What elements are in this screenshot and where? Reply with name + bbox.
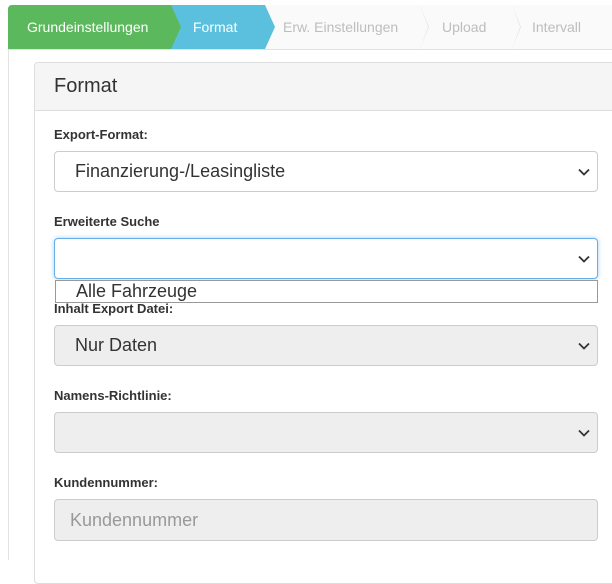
chevron-down-icon [578,168,590,176]
extended-search-option[interactable]: Alle Fahrzeuge [55,280,598,303]
step-label: Intervall [532,19,582,35]
step-label: Format [193,19,238,35]
step-label: Grundeinstellungen [27,19,149,35]
chevron-down-icon [578,429,590,437]
export-content-label: Inhalt Export Datei: [54,301,174,316]
step-intervall[interactable]: Intervall [512,5,612,49]
step-label: Erw. Einstellungen [283,19,399,35]
step-format[interactable]: Format [171,5,275,49]
step-grundeinstellungen[interactable]: Grundeinstellungen [8,5,181,49]
step-label: Upload [442,19,487,35]
wizard-steps: Grundeinstellungen Format Erw. Einstellu… [8,5,612,50]
customer-number-label: Kundennummer: [54,475,158,490]
export-format-select[interactable]: Finanzierung-/Leasingliste [54,151,598,192]
step-erw-einstellungen[interactable]: Erw. Einstellungen [270,5,429,49]
export-content-select[interactable]: Nur Daten [54,325,598,366]
naming-policy-select[interactable] [54,412,598,453]
export-format-value: Finanzierung-/Leasingliste [75,161,286,181]
chevron-down-icon [578,342,590,350]
step-upload[interactable]: Upload [420,5,521,49]
format-panel: Format Export-Format: Finanzierung-/Leas… [34,62,612,584]
chevron-down-icon [578,255,590,263]
export-format-label: Export-Format: [54,127,148,142]
panel-title: Format [35,63,612,111]
export-content-value: Nur Daten [75,335,158,355]
customer-number-input[interactable] [54,499,598,541]
extended-search-select[interactable] [54,238,598,279]
naming-policy-label: Namens-Richtlinie: [54,388,172,403]
extended-search-label: Erweiterte Suche [54,214,160,229]
